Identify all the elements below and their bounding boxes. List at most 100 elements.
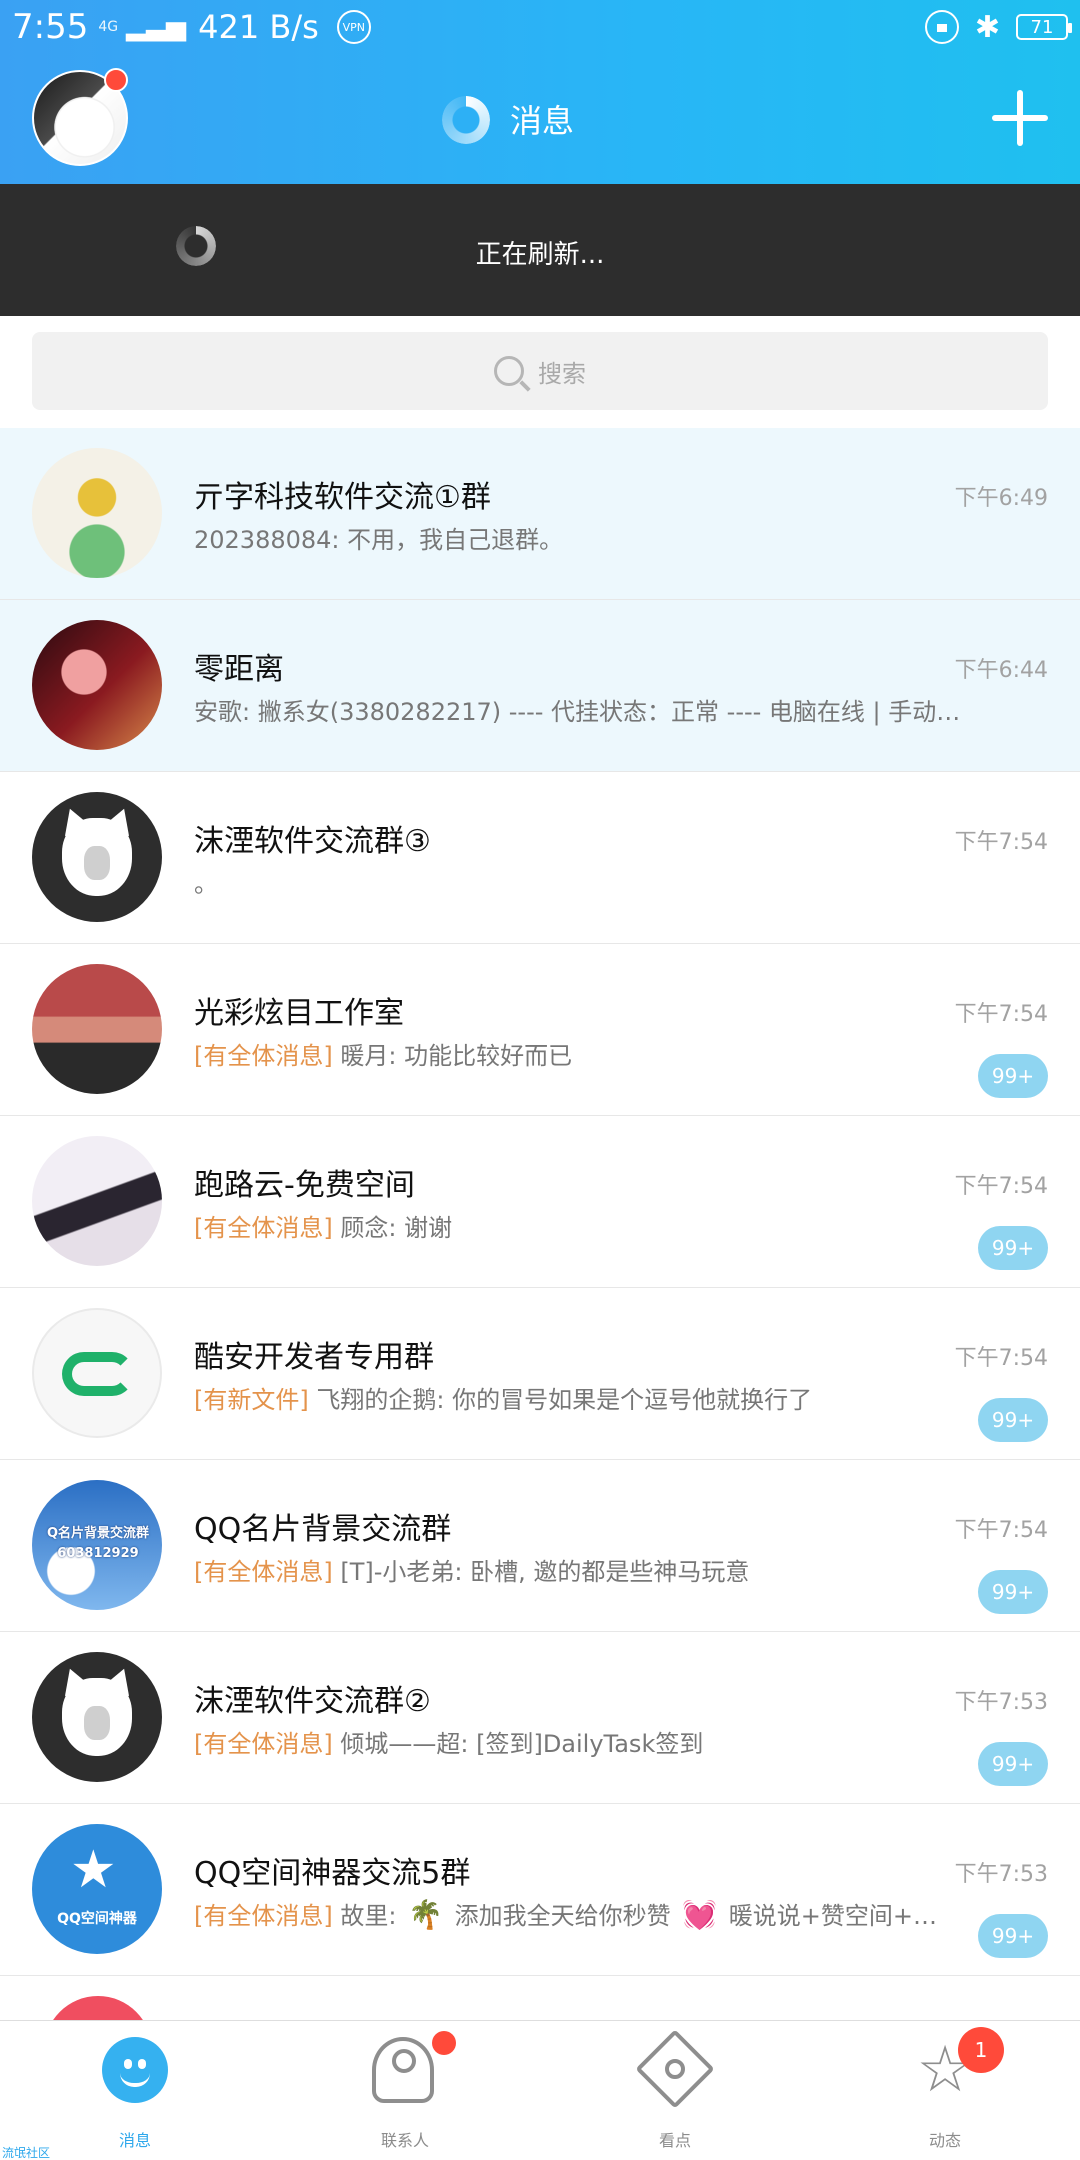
contacts-icon xyxy=(372,2037,434,2103)
conversation-item[interactable]: 跑路云-免费空间 [有全体消息] 顾念: 谢谢 下午7:54 99+ xyxy=(0,1116,1080,1288)
group-avatar xyxy=(32,448,162,578)
nav-tab-moments[interactable]: ☆ 1 动态 xyxy=(810,2021,1080,2160)
conversation-message: 202388084: 不用，我自己退群。 xyxy=(194,520,563,555)
conversation-time: 下午7:53 xyxy=(954,1690,1048,1715)
cat-face xyxy=(62,1678,132,1756)
unread-badge: 99+ xyxy=(978,1054,1048,1098)
group-avatar xyxy=(32,964,162,1094)
conversation-time: 下午7:54 xyxy=(954,1346,1048,1371)
group-avatar: ★ QQ空间神器 xyxy=(32,1824,162,1954)
conversation-time: 下午7:54 xyxy=(954,1002,1048,1027)
message-text: 倾城——超: [签到]DailyTask签到 xyxy=(340,1730,704,1758)
message-tag: [有全体消息] xyxy=(194,1042,333,1070)
refresh-text: 正在刷新... xyxy=(475,240,605,270)
conversation-message: [有全体消息] 暖月: 功能比较好而已 xyxy=(194,1036,572,1071)
palm-tree-icon: 🌴 xyxy=(408,1898,443,1931)
unread-badge: 99+ xyxy=(978,1742,1048,1786)
nav-label: 看点 xyxy=(658,2131,691,2150)
message-text: 添加我全天给你秒赞 xyxy=(454,1902,671,1930)
conversation-message: 。 xyxy=(194,864,218,899)
bluetooth-icon: ✱ xyxy=(974,9,1000,45)
message-text: 故里: xyxy=(340,1902,397,1930)
conversation-item[interactable]: 光彩炫目工作室 [有全体消息] 暖月: 功能比较好而已 下午7:54 99+ xyxy=(0,944,1080,1116)
unread-badge: 99+ xyxy=(978,1914,1048,1958)
conversation-message: [有新文件] 飞翔的企鹅: 你的冒号如果是个逗号他就换行了 xyxy=(194,1380,812,1415)
conversation-name: 亓字科技软件交流①群 xyxy=(194,480,491,515)
message-tag: [有全体消息] xyxy=(194,1558,333,1586)
conversation-item[interactable]: 亓字科技软件交流①群 202388084: 不用，我自己退群。 下午6:49 xyxy=(0,428,1080,600)
conversation-item[interactable]: ★ QQ空间神器 QQ空间神器交流5群 [有全体消息] 故里: 🌴 添加我全天给… xyxy=(0,1804,1080,1976)
heart-icon: 💓 xyxy=(682,1898,718,1931)
group-avatar xyxy=(32,1308,162,1438)
message-text: 飞翔的企鹅: 你的冒号如果是个逗号他就换行了 xyxy=(316,1386,813,1414)
search-icon xyxy=(494,356,524,386)
conversation-name: 光彩炫目工作室 xyxy=(194,996,404,1031)
unread-badge: 99+ xyxy=(978,1226,1048,1270)
message-icon xyxy=(102,2037,168,2103)
avatar-caption: Q名片背景交流群 603812929 xyxy=(38,1524,158,1564)
conversation-name: QQ空间神器交流5群 xyxy=(194,1856,471,1891)
message-text: 暖月: 功能比较好而已 xyxy=(340,1042,573,1070)
contacts-notification-dot xyxy=(432,2031,456,2055)
group-avatar xyxy=(32,1136,162,1266)
group-avatar xyxy=(32,792,162,922)
conversation-item[interactable]: 沫湮软件交流群③ 。 下午7:54 xyxy=(0,772,1080,944)
signal-icon: ▂▃▅ xyxy=(126,12,187,42)
status-time: 7:55 xyxy=(12,7,89,47)
conversation-time: 下午7:54 xyxy=(954,830,1048,855)
nav-tab-contacts[interactable]: 联系人 xyxy=(270,2021,540,2160)
unread-badge: 99+ xyxy=(978,1398,1048,1442)
nav-label: 动态 xyxy=(928,2131,961,2150)
nav-tab-kandian[interactable]: 看点 xyxy=(540,2021,810,2160)
avatar-caption-title: Q名片背景交流群 xyxy=(46,1526,150,1541)
conversation-time: 下午7:53 xyxy=(954,1862,1048,1887)
conversation-time: 下午6:44 xyxy=(954,658,1048,683)
message-text: 顾念: 谢谢 xyxy=(340,1214,453,1242)
message-text: 202388084: 不用，我自己退群。 xyxy=(194,526,564,554)
coolapk-logo-icon xyxy=(62,1352,134,1396)
message-tag: [有全体消息] xyxy=(194,1214,333,1242)
conversation-message: [有全体消息] [T]-小老弟: 卧槽, 邀的都是些神马玩意 xyxy=(194,1552,749,1587)
conversation-name: QQ名片背景交流群 xyxy=(194,1512,452,1547)
message-tag: [有新文件] xyxy=(194,1386,309,1414)
status-bar: 7:55 4G ▂▃▅ 421 B/s VPN ✱ 71 xyxy=(0,0,1080,54)
conversation-message: [有全体消息] 故里: 🌴 添加我全天给你秒赞 💓 暖说说+赞空间+… xyxy=(194,1896,937,1931)
bottom-navigation: 消息 联系人 看点 ☆ 1 动态 xyxy=(0,2020,1080,2160)
conversation-time: 下午7:54 xyxy=(954,1174,1048,1199)
network-type: 4G xyxy=(98,19,119,35)
conversation-name: 沫湮软件交流群③ xyxy=(194,824,431,859)
avatar-caption: QQ空间神器 xyxy=(57,1911,137,1927)
search-bar[interactable]: 搜索 xyxy=(32,332,1048,410)
conversation-message: [有全体消息] 倾城——超: [签到]DailyTask签到 xyxy=(194,1724,703,1759)
add-icon[interactable] xyxy=(992,90,1048,146)
nav-tab-messages[interactable]: 消息 xyxy=(0,2021,270,2160)
group-avatar: Q名片背景交流群 603812929 xyxy=(32,1480,162,1610)
conversation-item[interactable]: 沫湮软件交流群② [有全体消息] 倾城——超: [签到]DailyTask签到 … xyxy=(0,1632,1080,1804)
profile-notification-dot xyxy=(104,68,128,92)
conversation-name: 零距离 xyxy=(194,652,284,687)
eye-icon xyxy=(635,2029,715,2109)
message-tag: [有全体消息] xyxy=(194,1730,333,1758)
conversation-list: 亓字科技软件交流①群 202388084: 不用，我自己退群。 下午6:49 零… xyxy=(0,428,1080,2020)
vpn-icon: VPN xyxy=(336,10,371,44)
app-header: 7:55 4G ▂▃▅ 421 B/s VPN ✱ 71 消息 xyxy=(0,0,1080,184)
conversation-item[interactable]: Q名片背景交流群 603812929 QQ名片背景交流群 [有全体消息] [T]… xyxy=(0,1460,1080,1632)
contact-avatar xyxy=(32,620,162,750)
moments-badge: 1 xyxy=(958,2027,1004,2073)
message-tag: [有全体消息] xyxy=(194,1902,333,1930)
search-placeholder: 搜索 xyxy=(538,359,586,388)
conversation-item[interactable]: 酷安开发者专用群 [有新文件] 飞翔的企鹅: 你的冒号如果是个逗号他就换行了 下… xyxy=(0,1288,1080,1460)
cat-face xyxy=(62,818,132,896)
battery-icon: 71 xyxy=(1016,14,1072,40)
conversation-message: [有全体消息] 顾念: 谢谢 xyxy=(194,1208,452,1243)
page-title: 消息 xyxy=(510,102,575,140)
loading-spinner-icon xyxy=(442,96,490,144)
message-text: 安歌: 撇系女(3380282217) ---- 代挂状态：正常 ---- 电脑… xyxy=(194,698,974,726)
avatar-caption-number: 603812929 xyxy=(57,1546,139,1561)
message-text: [T]-小老弟: 卧槽, 邀的都是些神马玩意 xyxy=(340,1558,750,1586)
conversation-item[interactable]: 零距离 安歌: 撇系女(3380282217) ---- 代挂状态：正常 ---… xyxy=(0,600,1080,772)
watermark: 流氓社区 xyxy=(2,2146,51,2160)
message-text: 。 xyxy=(194,870,218,898)
conversation-message: 安歌: 撇系女(3380282217) ---- 代挂状态：正常 ---- 电脑… xyxy=(194,692,974,727)
lock-icon xyxy=(924,10,959,44)
